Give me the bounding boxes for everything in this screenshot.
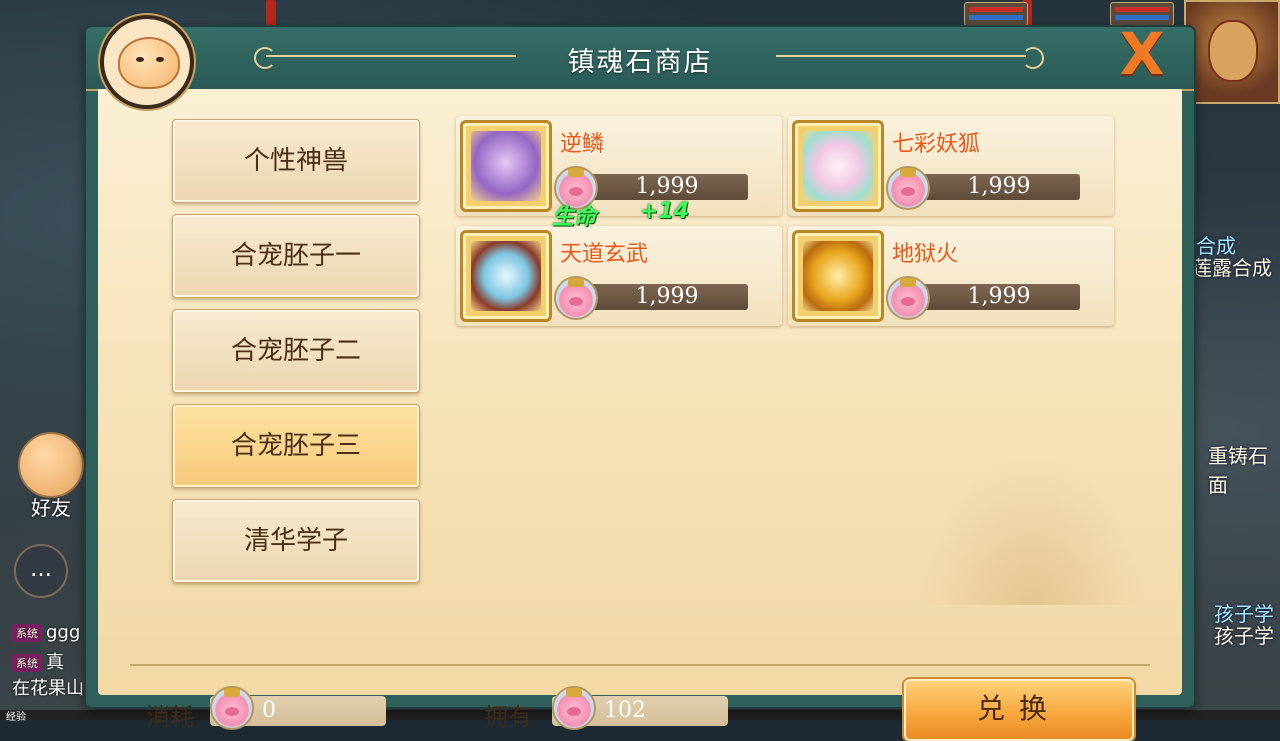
- cost-label: 消耗: [146, 703, 194, 731]
- chat-line: 在花果山: [12, 678, 84, 699]
- soul-stone-currency-icon: [886, 166, 930, 210]
- item-name: 逆鳞: [560, 132, 605, 157]
- category-tab-1[interactable]: 个性神兽: [172, 119, 420, 203]
- item-portrait-frame: [460, 230, 552, 322]
- item-portrait-frame: [792, 230, 884, 322]
- floating-stat-value: +14: [640, 199, 690, 224]
- category-tab-4[interactable]: 合宠胚子三: [172, 404, 420, 488]
- pet-portrait-icon: [803, 241, 873, 311]
- owned-label: 拥有: [484, 703, 532, 731]
- panel-body: 个性神兽 合宠胚子一 合宠胚子二 合宠胚子三 清华学子 逆鳞 1,999 七彩妖…: [98, 89, 1182, 741]
- pet-portrait-icon: [471, 131, 541, 201]
- shop-mascot-icon: [100, 15, 194, 109]
- soul-stone-currency-icon: [886, 276, 930, 320]
- player-portrait[interactable]: [1184, 0, 1280, 104]
- item-name: 七彩妖狐: [892, 132, 981, 157]
- item-price: 1,999: [918, 284, 1080, 310]
- category-tab-5[interactable]: 清华学子: [172, 499, 420, 583]
- shop-panel: 镇魂石商店 个性神兽 合宠胚子一 合宠胚子二 合宠胚子三 清华学子 逆鳞 1,9…: [86, 15, 1194, 741]
- item-name: 天道玄武: [560, 242, 649, 267]
- floating-stat-label: 生命: [552, 205, 597, 230]
- item-price: 1,999: [586, 174, 748, 200]
- friends-label: 好友: [31, 496, 71, 520]
- shop-item-card[interactable]: 七彩妖狐 1,999: [788, 116, 1114, 216]
- chat-line: 系统 ggg: [12, 622, 80, 643]
- soul-stone-currency-icon: [552, 686, 596, 730]
- exchange-button[interactable]: 兑换: [904, 679, 1134, 741]
- hp-mp-bars: [964, 2, 1028, 26]
- friends-button[interactable]: 好友: [14, 432, 88, 520]
- shop-item-card[interactable]: 天道玄武 1,999: [456, 226, 782, 326]
- footer-divider: [130, 664, 1150, 666]
- chat-icon[interactable]: …: [14, 544, 68, 598]
- panel-title: 镇魂石商店: [567, 47, 713, 78]
- side-text-lotus-merge[interactable]: 莲露合成: [1192, 252, 1272, 281]
- item-price: 1,999: [586, 284, 748, 310]
- soul-stone-currency-icon: [210, 686, 254, 730]
- category-tab-3[interactable]: 合宠胚子二: [172, 309, 420, 393]
- item-name: 地狱火: [892, 242, 959, 267]
- panel-header: 镇魂石商店: [86, 27, 1194, 91]
- item-price: 1,999: [918, 174, 1080, 200]
- side-text-child-2[interactable]: 孩子学: [1214, 620, 1274, 649]
- pet-portrait-icon: [471, 241, 541, 311]
- shop-item-card[interactable]: 地狱火 1,999: [788, 226, 1114, 326]
- chat-line: 系统真: [12, 648, 64, 674]
- side-text-recast[interactable]: 重铸石面: [1208, 440, 1280, 498]
- item-portrait-frame: [792, 120, 884, 212]
- mountain-watermark: [922, 455, 1142, 605]
- soul-stone-currency-icon: [554, 276, 598, 320]
- category-tab-2[interactable]: 合宠胚子一: [172, 214, 420, 298]
- friend-avatar-icon: [18, 432, 84, 498]
- item-portrait-frame: [460, 120, 552, 212]
- red-pillar: [266, 0, 276, 26]
- pet-portrait-icon: [803, 131, 873, 201]
- shop-item-card[interactable]: 逆鳞 1,999: [456, 116, 782, 216]
- close-icon[interactable]: X: [1116, 25, 1168, 83]
